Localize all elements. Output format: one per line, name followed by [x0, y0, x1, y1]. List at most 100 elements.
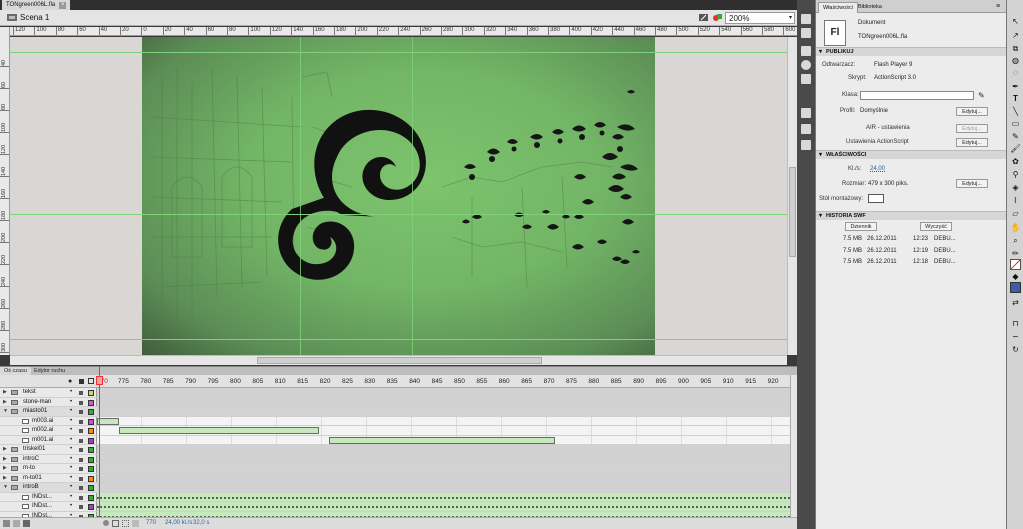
- document-tab[interactable]: TONgreen006L.fla ×: [2, 0, 71, 10]
- onion-outline-icon[interactable]: [122, 520, 129, 527]
- visibility-dot[interactable]: •: [70, 445, 72, 454]
- trash-icon[interactable]: [23, 520, 30, 527]
- timeline-scrollbar[interactable]: [790, 375, 797, 517]
- transform-icon[interactable]: [801, 74, 811, 84]
- visibility-dot[interactable]: •: [70, 474, 72, 483]
- collapsed-triangle-icon[interactable]: ▶: [3, 388, 7, 397]
- layer-color-swatch[interactable]: [88, 485, 94, 491]
- layer-color-swatch[interactable]: [88, 418, 94, 425]
- onion-skin-icon[interactable]: [112, 520, 119, 527]
- layer-row[interactable]: INDst... •: [0, 493, 97, 502]
- frame-row[interactable]: [97, 416, 790, 426]
- line-tool-icon[interactable]: ╲: [1010, 106, 1021, 117]
- lock-icon[interactable]: [79, 400, 83, 405]
- layer-row[interactable]: ▶ stone-man •: [0, 398, 97, 407]
- stage-vertical-scrollbar[interactable]: [787, 37, 797, 355]
- motion-tween-span[interactable]: [119, 427, 319, 434]
- brush-tool-icon[interactable]: 🖌: [1010, 143, 1021, 154]
- visibility-dot[interactable]: •: [70, 436, 72, 445]
- collapsed-triangle-icon[interactable]: ▶: [3, 474, 7, 483]
- deco-tool-icon[interactable]: ✿: [1010, 156, 1021, 167]
- lock-icon[interactable]: [79, 467, 83, 471]
- current-frame[interactable]: 770: [146, 520, 156, 526]
- collapsed-triangle-icon[interactable]: ▶: [3, 464, 7, 473]
- playhead-handle[interactable]: [96, 376, 103, 385]
- frame-row[interactable]: [97, 492, 790, 502]
- lock-icon[interactable]: [79, 410, 83, 414]
- motion-tween-span[interactable]: [97, 417, 119, 425]
- section-publish[interactable]: PUBLIKUJ: [816, 47, 1007, 57]
- smooth-icon[interactable]: ∽: [1010, 331, 1021, 342]
- 3d-rotation-tool-icon[interactable]: ◍: [1010, 55, 1021, 66]
- outline-icon[interactable]: [88, 378, 94, 384]
- layer-row[interactable]: ▶ m-to •: [0, 464, 97, 474]
- frame-grid[interactable]: [97, 388, 790, 517]
- visibility-dot[interactable]: •: [70, 417, 72, 426]
- lock-icon[interactable]: [79, 486, 83, 490]
- layer-row[interactable]: ▶ triskel01 •: [0, 445, 97, 455]
- edit-air-button[interactable]: Edytuj...: [956, 124, 988, 133]
- snap-icon[interactable]: ⊓: [1010, 318, 1021, 329]
- eye-icon[interactable]: ●: [68, 378, 72, 385]
- frame-row[interactable]: [97, 483, 790, 493]
- visibility-dot[interactable]: •: [70, 398, 72, 407]
- bone-tool-icon[interactable]: ⚲: [1010, 169, 1021, 180]
- text-tool-icon[interactable]: T: [1010, 93, 1021, 104]
- lasso-tool-icon[interactable]: ◌: [1010, 67, 1021, 78]
- layer-color-swatch[interactable]: [88, 466, 94, 472]
- layer-row[interactable]: ▶ tekst •: [0, 388, 97, 398]
- pasteboard[interactable]: [10, 37, 787, 355]
- layer-row[interactable]: m002.ai •: [0, 426, 97, 436]
- layer-row[interactable]: m003.ai •: [0, 417, 97, 426]
- free-transform-tool-icon[interactable]: ⧉: [1010, 43, 1021, 54]
- color-icon[interactable]: [801, 14, 811, 24]
- layer-color-swatch[interactable]: [88, 494, 94, 501]
- stage-color-swatch[interactable]: [868, 194, 884, 203]
- layer-color-swatch[interactable]: [88, 399, 94, 406]
- lock-icon[interactable]: [79, 438, 83, 443]
- straighten-icon[interactable]: ↻: [1010, 344, 1021, 355]
- visibility-dot[interactable]: •: [70, 407, 72, 416]
- playhead[interactable]: [99, 366, 100, 529]
- lock-icon[interactable]: [79, 379, 84, 384]
- visibility-dot[interactable]: •: [70, 483, 72, 492]
- panel-menu-icon[interactable]: ≡: [996, 3, 1000, 10]
- components-icon[interactable]: [801, 124, 811, 134]
- zoom-tool-icon[interactable]: ⌕: [1010, 235, 1021, 246]
- clear-button[interactable]: Wyczyść: [920, 222, 952, 231]
- visibility-dot[interactable]: •: [70, 455, 72, 464]
- frame-row[interactable]: [97, 502, 790, 512]
- frame-row[interactable]: [97, 426, 790, 436]
- fill-color-icon[interactable]: ◆: [1010, 271, 1021, 282]
- pencil-tool-icon[interactable]: ✎: [1010, 131, 1021, 142]
- pen-tool-icon[interactable]: ✒: [1010, 81, 1021, 92]
- swap-colors-icon[interactable]: ⇄: [1010, 297, 1021, 308]
- swatches-icon[interactable]: [801, 28, 811, 38]
- visibility-dot[interactable]: •: [70, 388, 72, 397]
- visibility-dot[interactable]: •: [70, 502, 72, 511]
- lock-icon[interactable]: [79, 495, 83, 500]
- eyedropper-tool-icon[interactable]: ⌇: [1010, 195, 1021, 206]
- layer-row[interactable]: ▼ miasto01 •: [0, 407, 97, 417]
- edit-symbol-icon[interactable]: [712, 12, 723, 23]
- collapsed-triangle-icon[interactable]: ▶: [3, 445, 7, 454]
- lock-icon[interactable]: [79, 419, 83, 424]
- stroke-color-icon[interactable]: ✏: [1010, 248, 1021, 259]
- tab-library[interactable]: Biblioteka: [854, 2, 886, 13]
- layer-row[interactable]: INDst... •: [0, 502, 97, 512]
- scene-label[interactable]: Scena 1: [20, 13, 49, 22]
- lock-icon[interactable]: [79, 457, 83, 462]
- layer-row[interactable]: ▶ m-to01 •: [0, 474, 97, 483]
- eraser-tool-icon[interactable]: ▱: [1010, 208, 1021, 219]
- section-swf-history[interactable]: HISTORIA SWF: [816, 211, 1007, 221]
- tab-properties[interactable]: Właściwości: [818, 2, 858, 13]
- scroll-thumb[interactable]: [789, 167, 796, 257]
- layer-row[interactable]: ▼ introB •: [0, 483, 97, 493]
- guide-vertical[interactable]: [412, 37, 413, 355]
- layer-color-swatch[interactable]: [88, 504, 94, 510]
- layer-color-swatch[interactable]: [88, 428, 94, 434]
- collapsed-triangle-icon[interactable]: ▶: [3, 455, 7, 464]
- lock-icon[interactable]: [79, 448, 83, 452]
- selection-tool-icon[interactable]: ↖: [1010, 16, 1021, 27]
- hand-tool-icon[interactable]: ✋: [1010, 222, 1021, 233]
